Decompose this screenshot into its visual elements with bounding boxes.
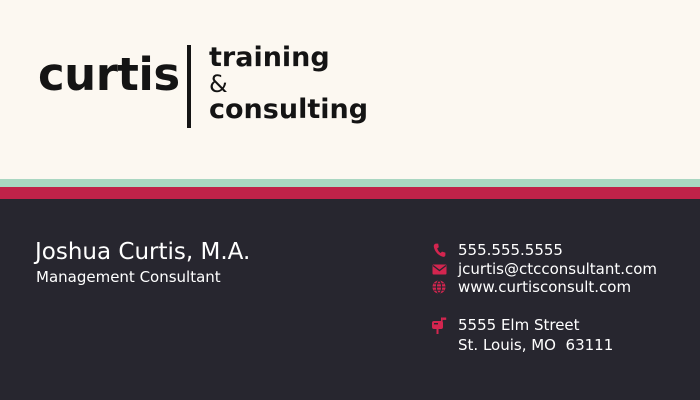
address-line-2: St. Louis, MO 63111 xyxy=(458,336,614,354)
person-title: Management Consultant xyxy=(36,268,221,286)
tagline-ampersand: & xyxy=(209,70,228,98)
red-stripe xyxy=(0,187,700,199)
contact-phone: 555.555.5555 xyxy=(430,240,563,260)
mint-stripe xyxy=(0,179,700,187)
contact-email: jcurtis@ctcconsultant.com xyxy=(430,259,657,279)
phone-icon xyxy=(430,241,448,259)
envelope-icon xyxy=(430,260,448,278)
logo-wordmark: curtis xyxy=(38,48,180,101)
email-address: jcurtis@ctcconsultant.com xyxy=(458,259,658,278)
mailbox-icon xyxy=(430,316,448,334)
tagline-training: training xyxy=(209,42,330,73)
logo-tagline: training & consulting xyxy=(209,44,368,124)
person-name: Joshua Curtis, M.A. xyxy=(35,239,251,265)
tagline-consulting: consulting xyxy=(209,94,369,125)
website-url: www.curtisconsult.com xyxy=(458,277,632,296)
contact-website: www.curtisconsult.com xyxy=(430,277,631,297)
address-line-1: 5555 Elm Street xyxy=(458,316,580,334)
business-card: curtis training & consulting Joshua Curt… xyxy=(0,0,700,400)
globe-icon xyxy=(430,278,448,296)
logo-divider xyxy=(187,45,191,128)
phone-number: 555.555.5555 xyxy=(458,240,563,259)
card-bottom-panel xyxy=(0,199,700,400)
